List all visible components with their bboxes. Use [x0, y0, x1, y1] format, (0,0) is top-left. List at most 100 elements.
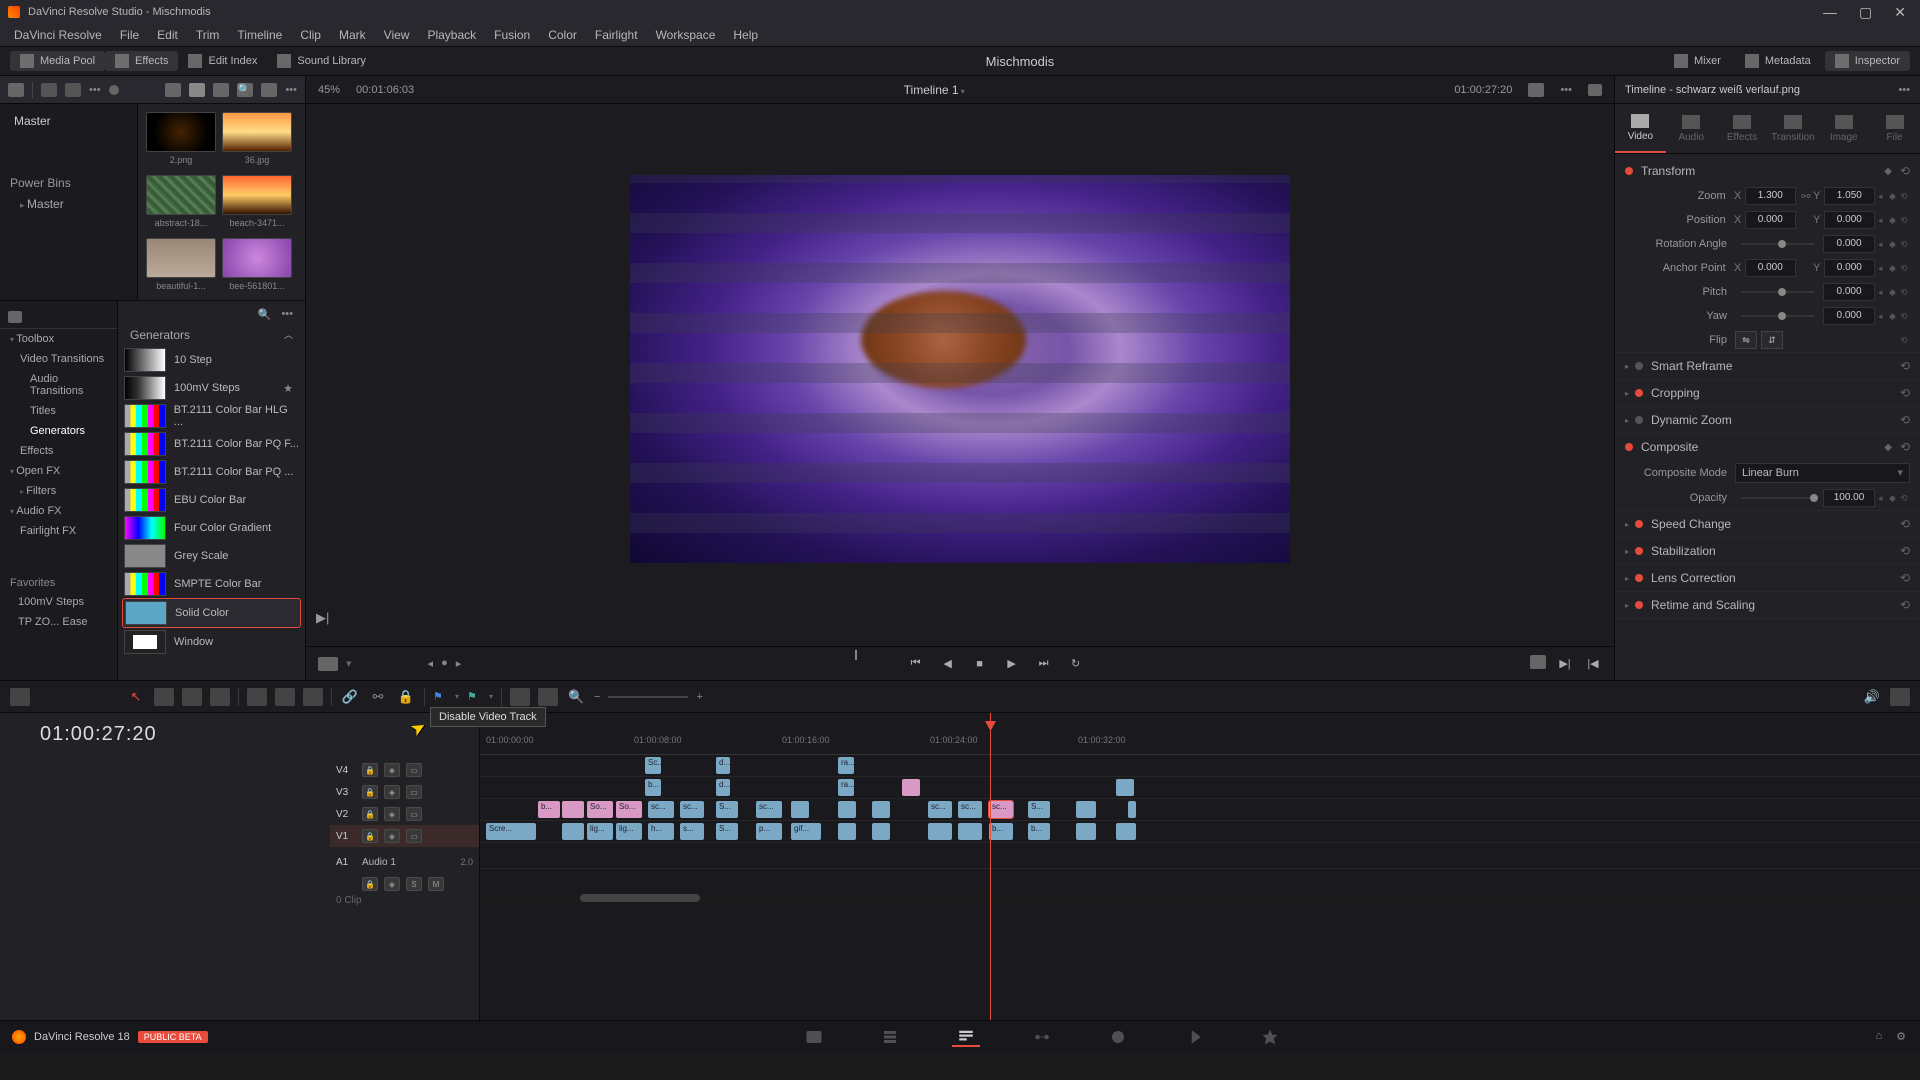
- generator-item[interactable]: Solid Color: [122, 598, 301, 628]
- overwrite-clip-icon[interactable]: [275, 688, 295, 706]
- reset-icon[interactable]: ⟲: [1900, 517, 1910, 531]
- timeline-track-row[interactable]: Scre...lig...lig...h...s...S...p...gif..…: [480, 821, 1920, 843]
- pool-layout-icon[interactable]: [8, 83, 24, 97]
- auto-select-icon[interactable]: ◈: [384, 763, 400, 777]
- media-pool-toggle[interactable]: Media Pool: [10, 51, 105, 71]
- fav-100mv[interactable]: 100mV Steps: [0, 592, 117, 612]
- effects-toggle[interactable]: Effects: [105, 51, 178, 71]
- solo-icon[interactable]: S: [406, 877, 422, 891]
- fxtree-filters[interactable]: Filters: [0, 481, 117, 501]
- timeline-clip[interactable]: gif...: [791, 823, 821, 840]
- thumb-view-icon[interactable]: [165, 83, 181, 97]
- insert-dropdown[interactable]: ▾: [346, 657, 352, 671]
- tab-video[interactable]: Video: [1615, 104, 1666, 153]
- pitch-slider[interactable]: [1741, 291, 1814, 293]
- tl-options-icon[interactable]: [1890, 688, 1910, 706]
- tl-search-icon[interactable]: [510, 688, 530, 706]
- timeline-clip[interactable]: sc...: [928, 801, 952, 818]
- menu-fairlight[interactable]: Fairlight: [587, 26, 646, 44]
- fxtree-item[interactable]: Video Transitions: [0, 349, 117, 369]
- media-thumb[interactable]: beach-3471...: [222, 175, 292, 228]
- timeline-clip[interactable]: lig...: [587, 823, 613, 840]
- timeline-clip[interactable]: [1116, 779, 1134, 796]
- viewer-expand-icon[interactable]: [1588, 84, 1602, 96]
- fxtree-item[interactable]: Generators: [0, 421, 117, 441]
- fxtree-fairlight[interactable]: Fairlight FX: [0, 521, 117, 541]
- timeline-clip[interactable]: h...: [648, 823, 674, 840]
- auto-select-icon[interactable]: ◈: [384, 785, 400, 799]
- powerbin-master[interactable]: Master: [0, 194, 137, 214]
- timeline-clip[interactable]: S...: [716, 801, 738, 818]
- media-thumb[interactable]: 36.jpg: [222, 112, 292, 165]
- menu-davinci[interactable]: DaVinci Resolve: [6, 26, 110, 44]
- fav-tpzo[interactable]: TP ZO... Ease: [0, 612, 117, 632]
- timeline-clip[interactable]: [838, 823, 856, 840]
- keyframe-icon[interactable]: ◆: [1884, 166, 1892, 177]
- timeline-clip[interactable]: ra...: [838, 757, 854, 774]
- pool-dots[interactable]: •••: [89, 84, 101, 96]
- timeline-clip[interactable]: ra...: [838, 779, 854, 796]
- flag-teal[interactable]: [467, 690, 481, 704]
- timeline-zoom-slider[interactable]: [608, 696, 688, 698]
- timeline-clip[interactable]: Sc...: [645, 757, 661, 774]
- rotation-input[interactable]: 0.000: [1823, 235, 1875, 253]
- fxtree-toolbox[interactable]: Toolbox: [0, 329, 117, 349]
- lock-track-icon[interactable]: 🔒: [362, 807, 378, 821]
- yaw-slider[interactable]: [1741, 315, 1814, 317]
- timeline-clip[interactable]: [1128, 801, 1136, 818]
- auto-select-icon[interactable]: ◈: [384, 807, 400, 821]
- flip-h-button[interactable]: ⇋: [1735, 331, 1757, 349]
- menu-fusion[interactable]: Fusion: [486, 26, 538, 44]
- timeline-clip[interactable]: S...: [1028, 801, 1050, 818]
- timeline-clip[interactable]: S...: [716, 823, 738, 840]
- generator-item[interactable]: Four Color Gradient: [122, 514, 301, 542]
- anchor-x-input[interactable]: 0.000: [1745, 259, 1796, 277]
- timeline-clip[interactable]: [1116, 823, 1136, 840]
- timeline-clip[interactable]: sc...: [989, 801, 1013, 818]
- fairlight-page[interactable]: [1180, 1027, 1208, 1047]
- generator-item[interactable]: 100mV Steps★: [122, 374, 301, 402]
- timeline-clip[interactable]: [791, 801, 809, 818]
- lock-audio-icon[interactable]: 🔒: [362, 877, 378, 891]
- pos-y-input[interactable]: 0.000: [1824, 211, 1875, 229]
- menu-timeline[interactable]: Timeline: [229, 26, 290, 44]
- timeline-clip[interactable]: So...: [616, 801, 642, 818]
- last-frame-button[interactable]: ⏭: [1035, 655, 1053, 673]
- reset-icon[interactable]: ⟲: [1900, 544, 1910, 558]
- pool-rec-icon[interactable]: [109, 85, 119, 95]
- opacity-slider[interactable]: [1741, 497, 1814, 499]
- blade-tool[interactable]: [210, 688, 230, 706]
- step-bwd-button[interactable]: |◀: [1584, 655, 1602, 673]
- reset-icon[interactable]: ⟲: [1900, 413, 1910, 427]
- reset-icon[interactable]: ⟲: [1900, 359, 1910, 373]
- video-track-header[interactable]: V3🔒◈▭: [330, 781, 479, 803]
- transform-enable-dot[interactable]: [1625, 167, 1633, 175]
- timeline-clip[interactable]: [872, 801, 890, 818]
- link-icon[interactable]: ⚯: [1799, 190, 1813, 203]
- generator-item[interactable]: BT.2111 Color Bar PQ F...: [122, 430, 301, 458]
- play-out-icon[interactable]: ▶|: [316, 610, 329, 626]
- audio-track-header[interactable]: A1Audio 12.0: [330, 847, 479, 873]
- sort-icon[interactable]: [261, 83, 277, 97]
- timeline-clip[interactable]: [928, 823, 952, 840]
- menu-help[interactable]: Help: [725, 26, 766, 44]
- video-track-header[interactable]: V1🔒◈▭: [330, 825, 479, 847]
- lock-track-icon[interactable]: 🔒: [362, 829, 378, 843]
- menu-color[interactable]: Color: [540, 26, 585, 44]
- mixer-toggle[interactable]: Mixer: [1664, 51, 1731, 71]
- menu-file[interactable]: File: [112, 26, 147, 44]
- timeline-clip[interactable]: sc...: [958, 801, 982, 818]
- prop-group-header[interactable]: ▸Speed Change⟲: [1615, 511, 1920, 537]
- pool-fwd-icon[interactable]: [65, 83, 81, 97]
- star-icon[interactable]: ★: [283, 382, 299, 395]
- menu-workspace[interactable]: Workspace: [648, 26, 724, 44]
- timeline-clip[interactable]: [562, 823, 584, 840]
- timeline-clip[interactable]: d...: [716, 779, 730, 796]
- edit-page[interactable]: [952, 1027, 980, 1047]
- lock-track-icon[interactable]: 🔒: [362, 785, 378, 799]
- reset-icon[interactable]: ⟲: [1900, 598, 1910, 612]
- timeline-clip[interactable]: lig...: [616, 823, 642, 840]
- tab-image[interactable]: Image: [1818, 104, 1869, 153]
- composite-enable-dot[interactable]: [1625, 443, 1633, 451]
- maximize-button[interactable]: ▢: [1859, 4, 1872, 21]
